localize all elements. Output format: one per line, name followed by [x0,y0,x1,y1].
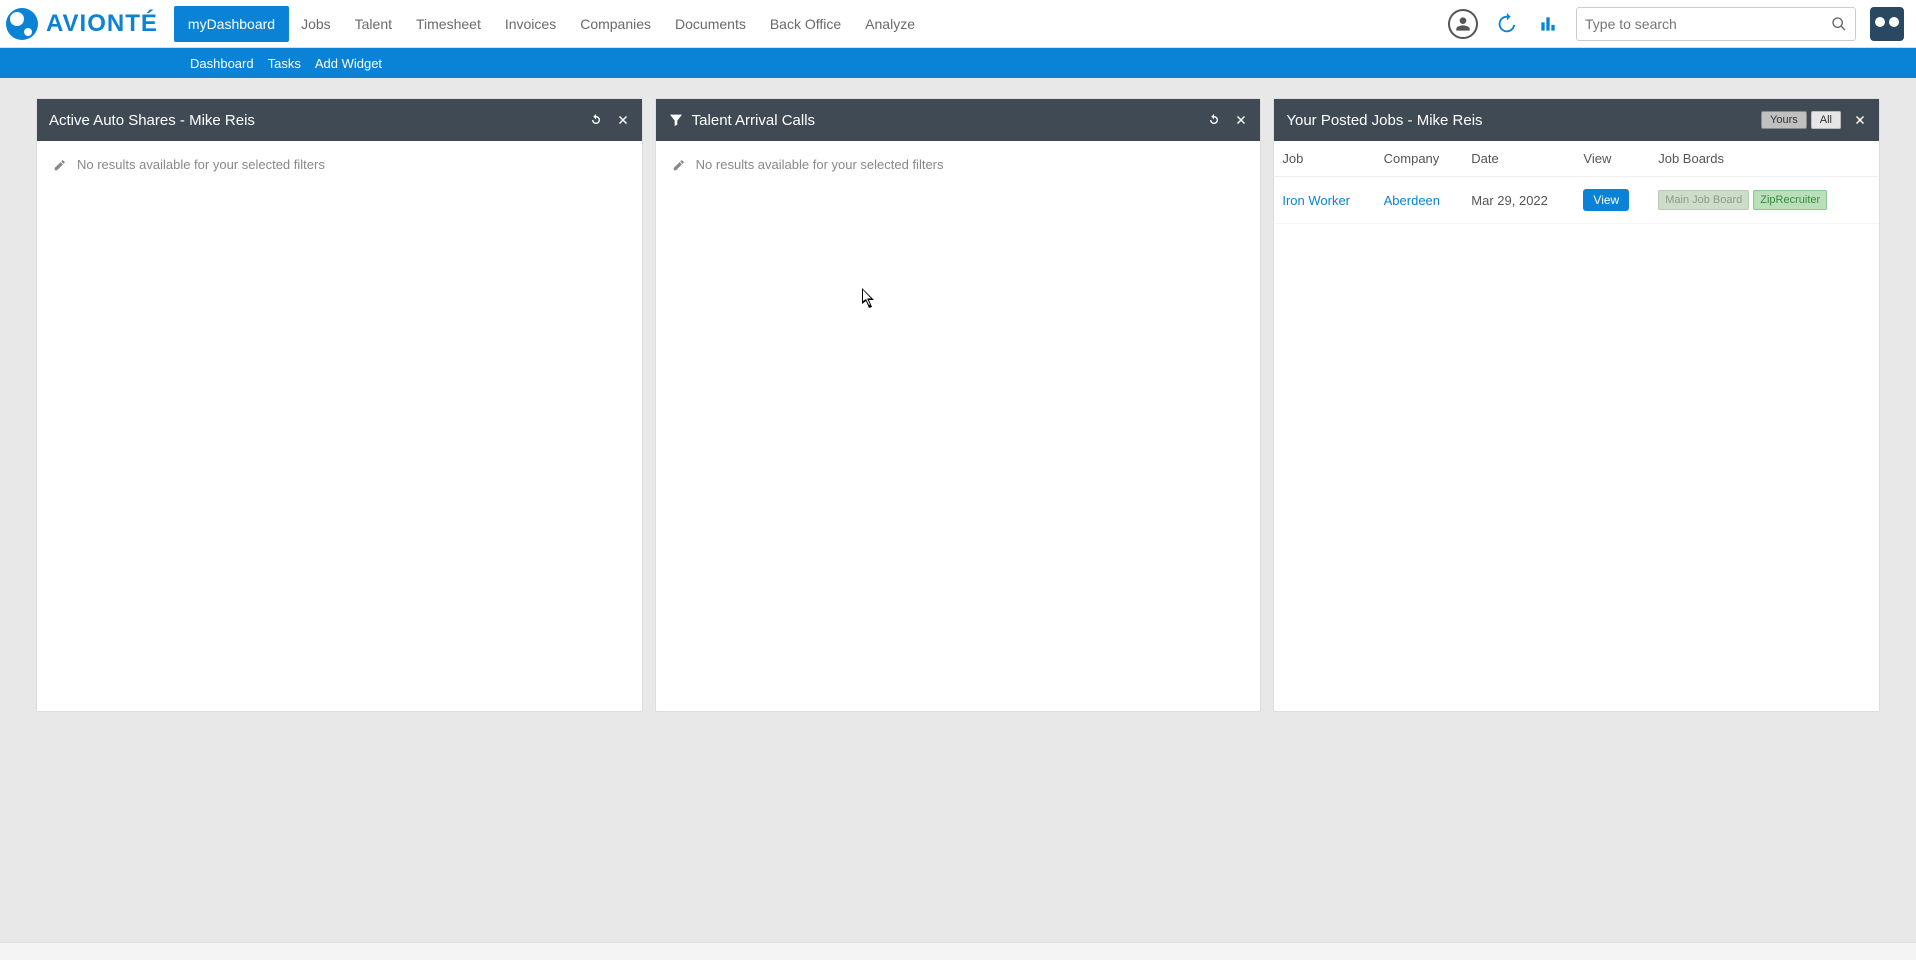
empty-text: No results available for your selected f… [696,157,944,172]
empty-text: No results available for your selected f… [77,157,325,172]
nav-talent[interactable]: Talent [343,0,404,48]
main-nav-items: myDashboardJobsTalentTimesheetInvoicesCo… [174,0,927,47]
job-board-tag[interactable]: Main Job Board [1658,190,1749,210]
posted-jobs-table: JobCompanyDateViewJob Boards Iron Worker… [1274,141,1879,224]
chip-yours[interactable]: Yours [1761,111,1807,129]
bottom-scrollbar[interactable] [0,942,1916,960]
pencil-icon [51,158,69,172]
pencil-icon [670,158,688,172]
search-icon[interactable] [1831,16,1847,32]
widget-your-posted-jobs: Your Posted Jobs - Mike Reis Yours All J… [1273,98,1880,712]
refresh-icon[interactable] [588,112,604,128]
dashboard-area: Active Auto Shares - Mike Reis No result… [0,78,1916,732]
refresh-icon[interactable] [1206,112,1222,128]
close-icon[interactable] [1853,113,1867,127]
filter-icon[interactable] [668,112,684,128]
nav-mydashboard[interactable]: myDashboard [174,6,289,42]
filter-chips: Yours All [1761,111,1841,129]
logo-icon [6,8,38,40]
col-date: Date [1463,141,1575,177]
nav-documents[interactable]: Documents [663,0,758,48]
widget-title: Your Posted Jobs - Mike Reis [1286,112,1482,129]
subnav-dashboard[interactable]: Dashboard [190,56,254,71]
date-cell: Mar 29, 2022 [1463,177,1575,224]
nav-companies[interactable]: Companies [568,0,663,48]
nav-back-office[interactable]: Back Office [758,0,853,48]
col-company: Company [1376,141,1464,177]
nav-jobs[interactable]: Jobs [289,0,343,48]
widget-active-auto-shares: Active Auto Shares - Mike Reis No result… [36,98,643,712]
close-icon[interactable] [616,113,630,127]
col-view: View [1575,141,1650,177]
widget-header: Active Auto Shares - Mike Reis [37,99,642,141]
col-job-boards: Job Boards [1650,141,1879,177]
profile-icon[interactable] [1448,9,1478,39]
view-button[interactable]: View [1583,189,1629,211]
company-link[interactable]: Aberdeen [1384,193,1440,208]
history-icon[interactable] [1492,10,1520,38]
job-board-tag[interactable]: ZipRecruiter [1753,190,1827,210]
subnav-add-widget[interactable]: Add Widget [315,56,382,71]
widget-talent-arrival-calls: Talent Arrival Calls No results availabl… [655,98,1262,712]
widget-body: JobCompanyDateViewJob Boards Iron Worker… [1274,141,1879,224]
job-link[interactable]: Iron Worker [1282,193,1350,208]
search-input[interactable] [1585,16,1831,32]
nav-analyze[interactable]: Analyze [853,0,927,48]
top-nav: AVIONTÉ myDashboardJobsTalentTimesheetIn… [0,0,1916,48]
widget-title: Active Auto Shares - Mike Reis [49,112,255,129]
top-nav-right [1448,7,1912,41]
nav-invoices[interactable]: Invoices [493,0,568,48]
assistant-icon[interactable] [1870,7,1904,41]
col-job: Job [1274,141,1375,177]
widget-body: No results available for your selected f… [37,141,642,188]
brand-text: AVIONTÉ [46,10,158,38]
widget-header: Your Posted Jobs - Mike Reis Yours All [1274,99,1879,141]
nav-timesheet[interactable]: Timesheet [404,0,493,48]
global-search[interactable] [1576,7,1856,41]
brand-logo[interactable]: AVIONTÉ [6,8,158,40]
close-icon[interactable] [1234,113,1248,127]
widget-body: No results available for your selected f… [656,141,1261,188]
widget-header: Talent Arrival Calls [656,99,1261,141]
chip-all[interactable]: All [1811,111,1841,129]
sub-nav: Dashboard Tasks Add Widget [0,48,1916,78]
stats-icon[interactable] [1534,10,1562,38]
table-row: Iron Worker Aberdeen Mar 29, 2022 View Main … [1274,177,1879,224]
widget-title: Talent Arrival Calls [692,112,815,129]
subnav-tasks[interactable]: Tasks [268,56,301,71]
